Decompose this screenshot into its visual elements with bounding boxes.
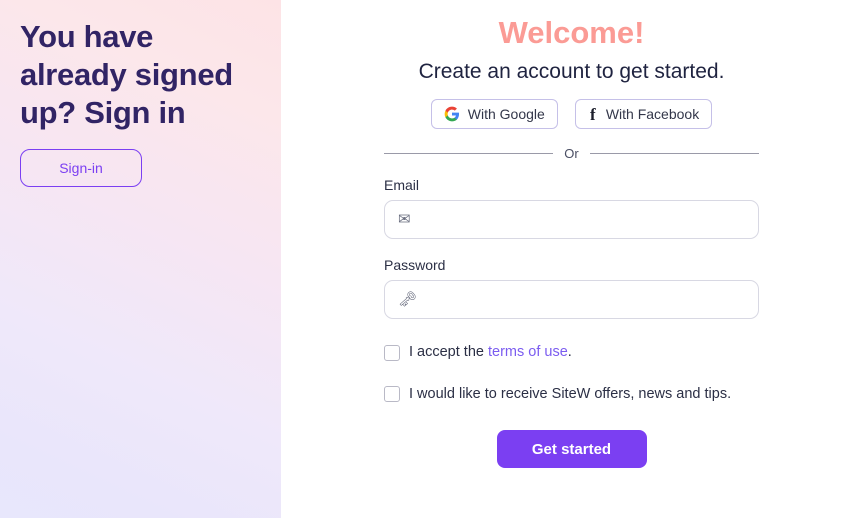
divider-rule-right: [589, 153, 760, 155]
submit-row: Get started: [384, 430, 759, 469]
google-g-icon: [444, 106, 460, 122]
sign-in-button[interactable]: Sign-in: [20, 149, 142, 188]
terms-label: I accept the terms of use.: [409, 344, 572, 361]
newsletter-checkbox-row: I would like to receive SiteW offers, ne…: [384, 386, 759, 403]
divider-rule-left: [384, 153, 554, 155]
divider-label: Or: [564, 146, 579, 162]
email-label: Email: [384, 177, 420, 194]
terms-text-before: I accept the: [409, 344, 488, 361]
email-input[interactable]: [384, 200, 759, 240]
password-input[interactable]: [384, 280, 759, 320]
left-promo-panel: You have already signed up? Sign in Sign…: [0, 0, 281, 518]
get-started-button[interactable]: Get started: [496, 430, 647, 469]
terms-checkbox[interactable]: [384, 345, 400, 362]
sign-up-with-google-button[interactable]: With Google: [430, 99, 558, 130]
signup-form-panel: Welcome! Create an account to get starte…: [281, 0, 862, 518]
terms-checkbox-row: I accept the terms of use.: [384, 344, 759, 362]
newsletter-label: I would like to receive SiteW offers, ne…: [409, 385, 732, 402]
facebook-f-icon: f: [589, 104, 596, 124]
password-field-group: Password: [384, 257, 759, 320]
email-field-group: Email: [384, 177, 759, 240]
social-auth-row: With Google f With Facebook: [430, 99, 713, 130]
signup-page: You have already signed up? Sign in Sign…: [0, 0, 862, 518]
password-label: Password: [384, 257, 446, 274]
terms-of-use-link[interactable]: terms of use: [488, 344, 568, 360]
welcome-title: Welcome!: [498, 15, 645, 50]
signin-prompt-heading: You have already signed up? Sign in: [20, 19, 233, 130]
facebook-button-label: With Facebook: [605, 106, 700, 123]
sign-up-with-facebook-button[interactable]: f With Facebook: [574, 99, 713, 130]
or-divider: Or: [384, 146, 760, 162]
signup-subtitle: Create an account to get started.: [418, 60, 725, 84]
newsletter-checkbox[interactable]: [384, 386, 400, 403]
terms-text-after: .: [567, 344, 572, 361]
registration-form: Email Password I accept the terms of use…: [384, 177, 759, 469]
google-button-label: With Google: [467, 106, 545, 123]
